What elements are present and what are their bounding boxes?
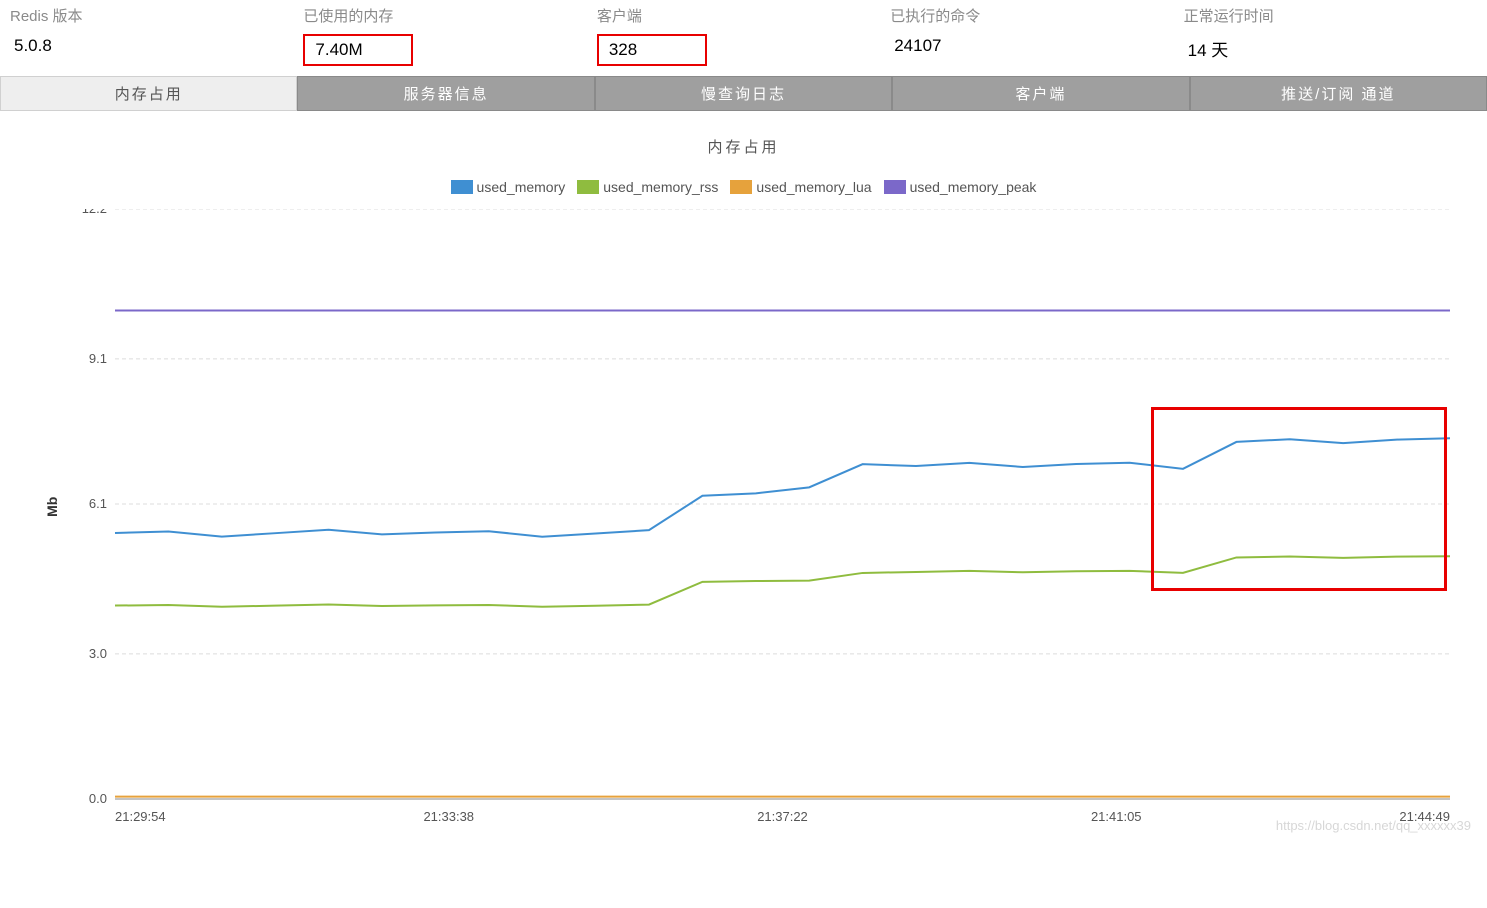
chart-legend: used_memory used_memory_rss used_memory_lu… (20, 179, 1467, 199)
stat-label: 已执行的命令 (890, 5, 1183, 26)
legend-item-used_memory_lua[interactable]: used_memory_lua (730, 179, 871, 195)
y-axis-label: Mb (44, 497, 60, 517)
legend-swatch-icon (884, 180, 906, 194)
stat-0: Redis 版本 5.0.8 (10, 5, 303, 66)
plot-wrap: Mb 0.03.06.19.112.221:29:5421:33:3821:37… (60, 209, 1457, 829)
svg-text:21:44:49: 21:44:49 (1399, 809, 1450, 824)
legend-label: used_memory_peak (910, 179, 1037, 195)
svg-text:0.0: 0.0 (89, 791, 107, 806)
stat-value: 14 天 (1184, 34, 1233, 63)
svg-text:21:33:38: 21:33:38 (423, 809, 474, 824)
tab-2[interactable]: 慢查询日志 (595, 76, 892, 111)
legend-item-used_memory_peak[interactable]: used_memory_peak (884, 179, 1037, 195)
stat-2: 客户端 328 (597, 5, 890, 66)
stat-value: 5.0.8 (10, 34, 56, 58)
tab-0[interactable]: 内存占用 (0, 76, 297, 111)
stat-1: 已使用的内存 7.40M (303, 5, 596, 66)
stat-label: Redis 版本 (10, 5, 303, 26)
svg-text:21:41:05: 21:41:05 (1091, 809, 1142, 824)
stat-value: 328 (597, 34, 707, 66)
tab-3[interactable]: 客户端 (892, 76, 1189, 111)
legend-label: used_memory_lua (756, 179, 871, 195)
tabs-row: 内存占用服务器信息慢查询日志客户端推送/订阅 通道 (0, 76, 1487, 111)
stat-label: 客户端 (597, 5, 890, 26)
stat-label: 正常运行时间 (1184, 5, 1477, 26)
chart-area: 内存占用 used_memoryused_memory_rssused_memo… (0, 111, 1487, 839)
svg-text:6.1: 6.1 (89, 496, 107, 511)
legend-swatch-icon (577, 180, 599, 194)
stat-value: 7.40M (303, 34, 413, 66)
tab-4[interactable]: 推送/订阅 通道 (1190, 76, 1487, 111)
legend-label: used_memory (477, 179, 566, 195)
svg-text:3.0: 3.0 (89, 646, 107, 661)
svg-text:21:37:22: 21:37:22 (757, 809, 808, 824)
legend-swatch-icon (451, 180, 473, 194)
svg-text:21:29:54: 21:29:54 (115, 809, 166, 824)
stat-3: 已执行的命令 24107 (890, 5, 1183, 66)
stat-value: 24107 (890, 34, 945, 58)
tab-1[interactable]: 服务器信息 (297, 76, 594, 111)
svg-text:12.2: 12.2 (82, 209, 107, 216)
stat-4: 正常运行时间 14 天 (1184, 5, 1477, 66)
stat-label: 已使用的内存 (303, 5, 596, 26)
legend-swatch-icon (730, 180, 752, 194)
legend-item-used_memory_rss[interactable]: used_memory_rss (577, 179, 718, 195)
svg-text:9.1: 9.1 (89, 351, 107, 366)
chart-title: 内存占用 (20, 136, 1467, 157)
legend-item-used_memory[interactable]: used_memory (451, 179, 566, 195)
chart-svg: 0.0 3.0 6.1 9.1 12.2 21:29:54 21:33:38 21:37:22… (60, 209, 1460, 829)
legend-label: used_memory_rss (603, 179, 718, 195)
stats-row: Redis 版本 5.0.8 已使用的内存 7.40M 客户端 328 已执行的命令 2410… (0, 0, 1487, 76)
